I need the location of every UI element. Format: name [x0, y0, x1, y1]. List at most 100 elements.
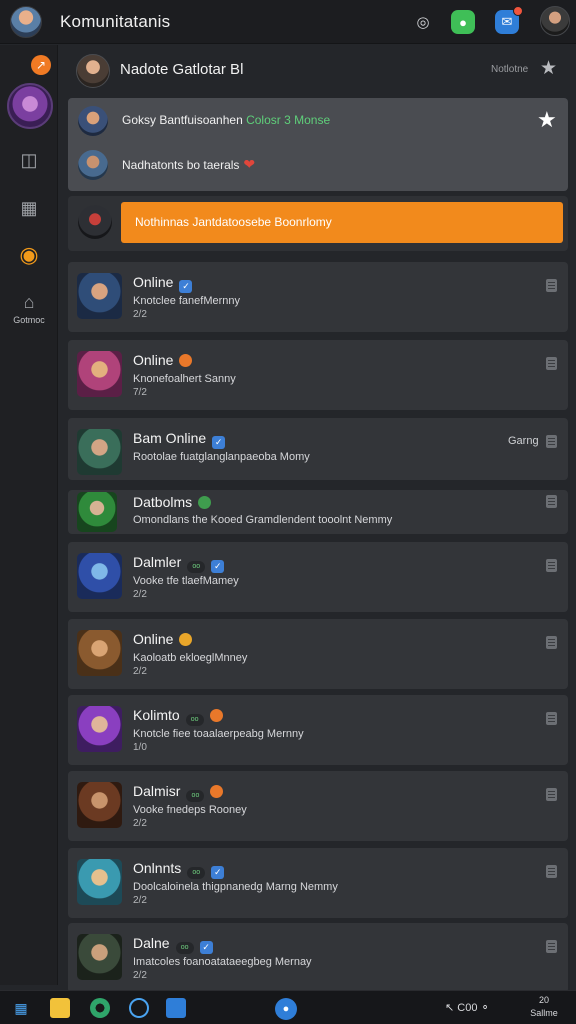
app-title: Komunitatanis — [60, 12, 171, 31]
verified-badge-icon: ✓ — [211, 560, 225, 573]
menu-icon[interactable] — [546, 279, 557, 292]
sidebar-avatar[interactable] — [7, 83, 53, 129]
contact-avatar — [77, 273, 122, 319]
status-pill: oo — [187, 561, 206, 573]
banner-avatar — [78, 205, 112, 239]
header-title: Nadote Gatlotar Bl — [120, 61, 244, 78]
star-icon[interactable]: ★ — [540, 57, 557, 80]
menu-icon[interactable] — [546, 712, 557, 725]
menu-icon[interactable] — [546, 495, 557, 508]
cortana-icon[interactable] — [129, 998, 149, 1018]
contact-name: Dalmisr oo — [133, 783, 224, 802]
contact-name: Kolimto oo — [133, 707, 223, 726]
user-avatar[interactable] — [540, 6, 570, 36]
menu-icon[interactable] — [546, 865, 557, 878]
menu-icon[interactable] — [546, 788, 557, 801]
contact-description: Rootolae fuatglanglanpaeoba Momy — [133, 451, 310, 463]
featured-line: Goksy Bantfuisoanhen Colosr 3 Monse — [122, 113, 331, 127]
main-panel: Nadote Gatlotar Bl Notlotne ★ Goksy Bant… — [58, 45, 576, 993]
contact-description: Vooke fnedeps Rooney — [133, 804, 247, 816]
app-icon[interactable]: ● — [275, 998, 297, 1020]
verified-badge-icon: ✓ — [179, 280, 193, 293]
header-avatar[interactable] — [76, 54, 110, 88]
contact-meta: 2/2 — [133, 895, 147, 906]
clipboard-icon[interactable]: ◫ — [17, 148, 41, 172]
menu-icon[interactable] — [546, 940, 557, 953]
contact-meta: 2/2 — [133, 589, 147, 600]
contact-name: Onlnnts oo ✓ — [133, 860, 225, 879]
contact-card[interactable]: Online Kaoloatb ekloeglMnney 2/2 — [68, 619, 568, 689]
home-icon[interactable]: ⌂ — [17, 290, 41, 314]
windows-icon[interactable]: ▦ — [11, 998, 31, 1018]
featured-panel[interactable]: Goksy Bantfuisoanhen Colosr 3 Monse Nadh… — [68, 98, 568, 191]
featured-avatar — [78, 150, 108, 180]
chat-icon[interactable]: ● — [451, 10, 475, 34]
browser-icon[interactable] — [90, 998, 110, 1018]
sidebar: ↗ ◫ ▦ ◉ ⌂ Gotmoc — [0, 45, 58, 985]
menu-icon[interactable] — [546, 435, 557, 448]
sidebar-item-label[interactable]: Gotmoc — [4, 315, 54, 325]
clock[interactable]: 20 Sallme — [519, 994, 569, 1020]
status-pill: oo — [186, 790, 205, 802]
heart-icon: ❤ — [243, 156, 256, 172]
contact-name: Online — [133, 352, 193, 368]
taskbar: ▦ ● ↖ C00 ⚬ 20 Sallme — [0, 990, 576, 1024]
status-pill: oo — [187, 867, 206, 879]
verified-badge-icon: ✓ — [199, 941, 213, 954]
contact-meta: 7/2 — [133, 387, 147, 398]
contact-card[interactable]: Datbolms Omondlans the Kooed Gramdlendent… — [68, 490, 568, 534]
verified-badge-icon — [210, 785, 224, 798]
contact-description: Knonefoalhert Sanny — [133, 373, 236, 385]
notification-icon[interactable]: ✉ — [495, 6, 523, 34]
contact-avatar — [77, 429, 122, 475]
contact-meta: 2/2 — [133, 666, 147, 677]
contact-description: Vooke tfe tlaefMamey — [133, 575, 239, 587]
contact-name: Online — [133, 631, 193, 647]
system-tray[interactable]: ↖ C00 ⚬ — [445, 1001, 490, 1014]
contact-card[interactable]: Dalne oo ✓ Imatcoles foanoatataeegbeg Merna… — [68, 923, 568, 993]
conversation-header: Nadote Gatlotar Bl Notlotne ★ — [58, 45, 576, 95]
contact-meta: 2/2 — [133, 970, 147, 981]
contact-avatar — [77, 351, 122, 397]
contact-avatar — [77, 630, 122, 676]
contact-card[interactable]: Onlnnts oo ✓ Doolcaloinela thigpnanedg Marn… — [68, 848, 568, 918]
contact-card[interactable]: Dalmler oo ✓ Vooke tfe tlaefMamey 2/2 — [68, 542, 568, 612]
verified-badge-icon — [179, 633, 193, 646]
contact-name: Datbolms — [133, 494, 212, 510]
store-icon[interactable] — [166, 998, 186, 1018]
contact-card[interactable]: Kolimto oo Knotcle fiee toaalaerpeabg Mern… — [68, 695, 568, 765]
verified-badge-icon — [179, 354, 193, 367]
title-bar: Komunitatanis ◎ ● ✉ — [0, 0, 576, 44]
star-icon[interactable]: ★ — [537, 107, 557, 133]
contact-name: Dalne oo ✓ — [133, 935, 213, 954]
featured-accent-text: Colosr 3 Monse — [246, 113, 331, 127]
paw-icon[interactable]: ◉ — [17, 242, 41, 267]
banner-button[interactable]: Nothinnas Jantdatoosebe Boonrlomy — [121, 202, 563, 243]
contact-name: Online ✓ — [133, 274, 193, 293]
contact-avatar — [77, 934, 122, 980]
contact-name: Bam Online ✓ — [133, 430, 226, 449]
contact-avatar — [77, 782, 122, 828]
verified-badge-icon — [209, 709, 223, 722]
calendar-icon[interactable]: ▦ — [17, 196, 41, 220]
contact-card[interactable]: Dalmisr oo Vooke fnedeps Rooney 2/2 — [68, 771, 568, 841]
app-logo — [10, 6, 42, 38]
contact-name: Dalmler oo ✓ — [133, 554, 225, 573]
menu-icon[interactable] — [546, 559, 557, 572]
menu-icon[interactable] — [546, 357, 557, 370]
banner-row: Nothinnas Jantdatoosebe Boonrlomy — [68, 196, 568, 251]
contact-description: Imatcoles foanoatataeegbeg Mernay — [133, 956, 312, 968]
featured-line: Nadhatonts bo taerals ❤ — [122, 156, 256, 172]
contact-meta: 2/2 — [133, 309, 147, 320]
contact-card[interactable]: Bam Online ✓ Rootolae fuatglanglanpaeoba M… — [68, 418, 568, 480]
folder-icon[interactable] — [50, 998, 70, 1018]
contact-description: Knotcle fiee toaalaerpeabg Mernny — [133, 728, 304, 740]
target-icon[interactable]: ◎ — [411, 10, 435, 34]
contact-card[interactable]: Online Knonefoalhert Sanny 7/2 — [68, 340, 568, 410]
contact-card[interactable]: Online ✓ Knotclee fanefMernny 2/2 — [68, 262, 568, 332]
status-pill: oo — [175, 942, 194, 954]
status-pill: oo — [185, 714, 204, 726]
menu-icon[interactable] — [546, 636, 557, 649]
sidebar-badge-icon[interactable]: ↗ — [31, 55, 51, 75]
contact-tag: Garng — [508, 435, 539, 447]
